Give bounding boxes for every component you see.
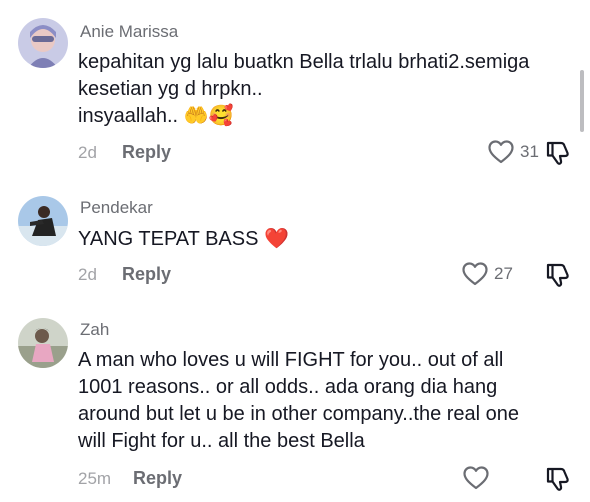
dislike-button[interactable] [545,262,571,293]
scrollbar[interactable] [580,70,584,132]
avatar[interactable] [18,196,68,246]
dislike-icon [546,263,569,287]
reply-button[interactable]: Reply [133,468,182,489]
comment-line: kesetian yg d hrpkn.. [78,78,263,100]
like-button[interactable] [463,466,495,490]
avatar[interactable] [18,18,68,68]
comment-line: A man who loves u will FIGHT for you.. o… [78,349,504,371]
comment-line: will Fight for u.. all the best Bella [78,430,365,452]
avatar[interactable] [18,318,68,368]
dislike-icon [546,467,569,491]
like-count: 31 [520,142,539,161]
heart-outline-icon [488,140,514,164]
comment-line: around but let u be in other company..th… [78,403,520,425]
username[interactable]: Anie Marissa [80,22,178,42]
comment-line: YANG TEPAT BASS ❤️ [78,228,289,250]
reply-button[interactable]: Reply [122,264,171,285]
comment-line: 1001 reasons.. or all odds.. ada orang d… [78,376,498,398]
dislike-button[interactable] [545,466,571,497]
comment-text: YANG TEPAT BASS ❤️ [78,226,578,253]
reply-button[interactable]: Reply [122,142,171,163]
timestamp: 2d [78,265,97,284]
comment-text: kepahitan yg lalu buatkn Bella trlalu br… [78,49,578,130]
like-count: 27 [494,264,513,283]
comment-text: A man who loves u will FIGHT for you.. o… [78,347,578,455]
heart-outline-icon [462,262,488,286]
heart-outline-icon [463,466,489,490]
timestamp: 2d [78,143,97,162]
username[interactable]: Zah [80,320,109,340]
username[interactable]: Pendekar [80,198,153,218]
comment-line: kepahitan yg lalu buatkn Bella trlalu br… [78,51,530,73]
like-button[interactable]: 31 [488,140,539,164]
dislike-button[interactable] [545,140,571,171]
comment-line: insyaallah.. 🤲🥰 [78,105,234,127]
dislike-icon [546,141,569,165]
timestamp: 25m [78,469,112,488]
like-button[interactable]: 27 [462,262,513,286]
